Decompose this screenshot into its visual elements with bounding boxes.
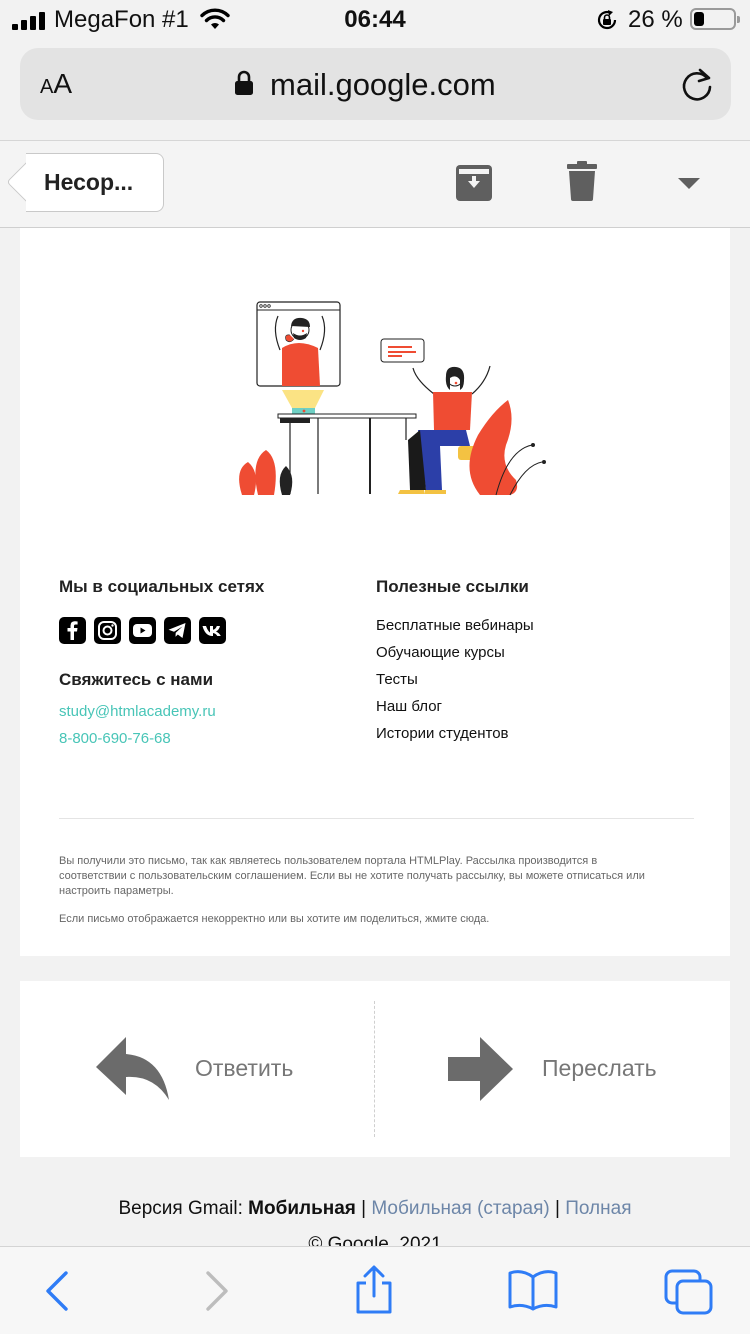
footer-divider [59, 818, 694, 819]
reply-button[interactable]: Ответить [20, 981, 374, 1157]
useful-links-title: Полезные ссылки [376, 577, 529, 596]
battery-icon [690, 8, 740, 30]
reply-arrow-icon [96, 1037, 169, 1100]
view-online-notice[interactable]: Если письмо отображается некорректно или… [59, 913, 659, 925]
version-sep-1: | [361, 1198, 367, 1219]
version-sep-2: | [555, 1198, 560, 1219]
reply-label: Ответить [195, 1055, 294, 1081]
chevron-left-icon[interactable] [42, 1271, 72, 1311]
forward-label: Переслать [542, 1055, 657, 1081]
unsubscribe-notice: Вы получили это письмо, так как являетес… [59, 855, 645, 897]
social-icons [59, 617, 226, 644]
instagram-icon[interactable] [94, 617, 121, 644]
forward-arrow-icon [448, 1037, 513, 1101]
orientation-lock-icon [597, 10, 617, 30]
mail-toolbar: Несор... [0, 140, 750, 228]
version-old-link[interactable]: Мобильная (старая) [371, 1198, 549, 1219]
browser-bottom-toolbar [0, 1246, 750, 1334]
chevron-right-icon[interactable] [200, 1271, 230, 1311]
bookmarks-icon[interactable] [508, 1269, 558, 1311]
useful-link-webinars[interactable]: Бесплатные вебинары [376, 616, 534, 643]
reload-icon[interactable] [680, 67, 714, 103]
useful-link-stories[interactable]: Истории студентов [376, 724, 534, 751]
youtube-icon[interactable] [129, 617, 156, 644]
share-icon[interactable] [352, 1265, 396, 1315]
forward-button[interactable]: Переслать [376, 981, 730, 1157]
address-bar[interactable]: AA mail.google.com [20, 48, 731, 120]
gmail-version-selector: Версия Gmail: Мобильная | Мобильная (ста… [0, 1198, 750, 1220]
back-button-label: Несор... [44, 169, 134, 195]
trash-icon[interactable] [567, 161, 597, 201]
reply-forward-panel: Ответить Переслать [20, 981, 730, 1157]
chevron-down-icon[interactable] [678, 178, 700, 190]
actions-separator [374, 1001, 375, 1137]
social-title: Мы в социальных сетях [59, 577, 265, 596]
useful-link-blog[interactable]: Наш блог [376, 697, 534, 724]
contact-title: Свяжитесь с нами [59, 670, 214, 689]
email-body: Мы в социальных сетях Свяжитесь с нами s… [20, 228, 730, 956]
lock-icon [235, 70, 253, 95]
useful-links-list: Бесплатные вебинары Обучающие курсы Тест… [376, 616, 534, 751]
version-prefix: Версия Gmail: [118, 1198, 243, 1219]
text-size-small-label: A [40, 76, 54, 98]
screen: MegaFon #1 06:44 26 % AA mail.google.com [0, 0, 750, 1334]
contact-email-link[interactable]: study@htmlacademy.ru [59, 703, 216, 720]
text-size-large-label: A [53, 68, 73, 99]
url-text: mail.google.com [270, 67, 496, 102]
vk-icon[interactable] [199, 617, 226, 644]
video-call-illustration [239, 301, 546, 496]
archive-icon[interactable] [456, 165, 492, 201]
text-size-button[interactable]: AA [40, 68, 72, 100]
facebook-icon[interactable] [59, 617, 86, 644]
useful-link-courses[interactable]: Обучающие курсы [376, 643, 534, 670]
contact-phone-link[interactable]: 8-800-690-76-68 [59, 730, 171, 747]
back-to-folder-button[interactable]: Несор... [6, 152, 164, 212]
version-current: Мобильная [248, 1198, 356, 1219]
status-bar: MegaFon #1 06:44 26 % [0, 0, 750, 40]
telegram-icon[interactable] [164, 617, 191, 644]
tabs-icon[interactable] [664, 1269, 714, 1315]
battery-level [694, 12, 704, 26]
battery-percent: 26 % [628, 6, 683, 33]
useful-link-tests[interactable]: Тесты [376, 670, 534, 697]
version-full-link[interactable]: Полная [565, 1198, 631, 1219]
